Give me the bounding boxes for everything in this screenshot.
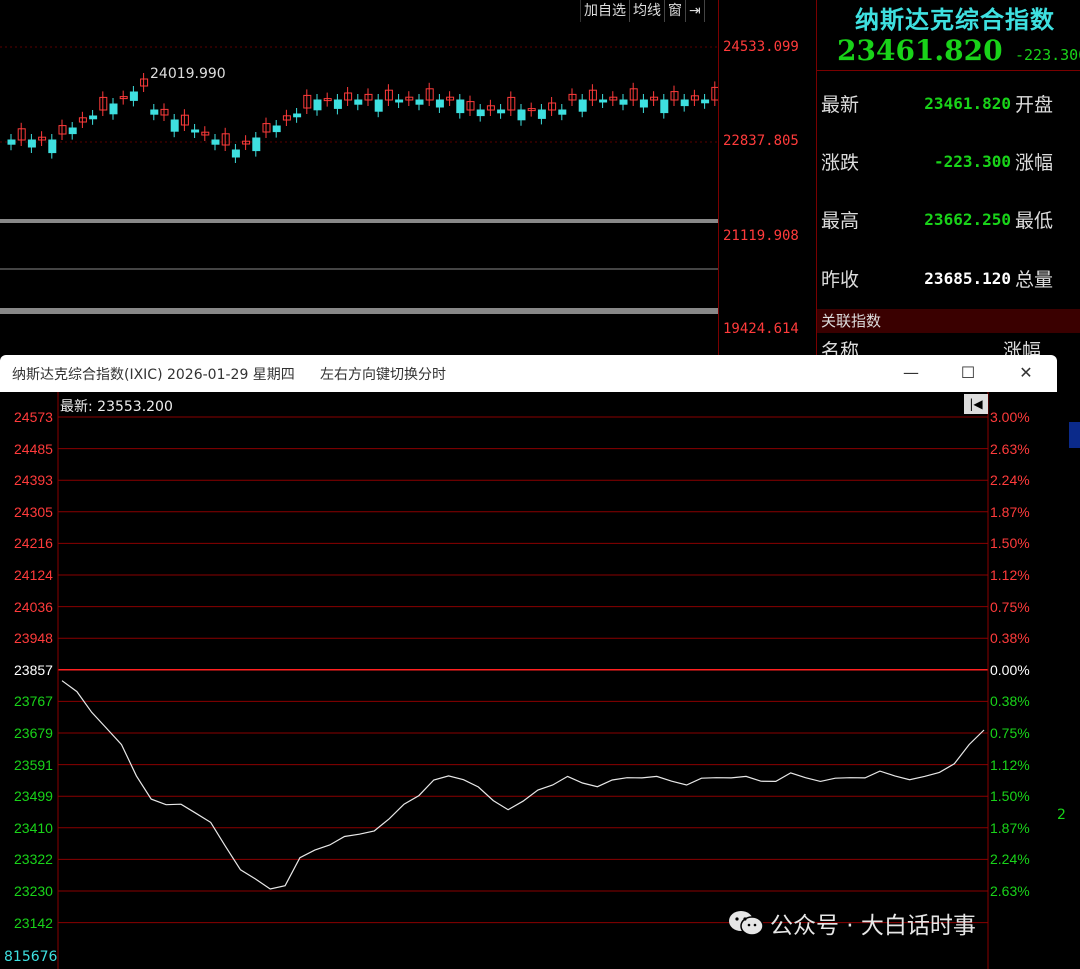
price-axis-label: 24305	[14, 503, 53, 520]
percent-axis-label: 2.63%	[990, 883, 1030, 899]
quote-label: 涨幅	[1015, 152, 1054, 174]
price-axis-label: 23410	[14, 819, 53, 836]
back-icon[interactable]: |◀	[964, 394, 988, 414]
percent-axis-label: 2.63%	[990, 440, 1030, 457]
related-columns: 名称 涨幅	[817, 336, 1080, 362]
peak-label: 24019.990	[150, 66, 226, 82]
wechat-icon	[729, 911, 764, 936]
add-watchlist-button[interactable]: 加自选	[581, 0, 630, 22]
percent-axis-label: 2.24%	[990, 851, 1030, 868]
percent-axis-label: 3.00%	[990, 409, 1030, 425]
quote-row-prevclose: 昨收 23685.120 总量	[817, 265, 1080, 293]
window-titlebar[interactable]: 纳斯达克综合指数(IXIC) 2026-01-29 星期四 左右方向键切换分时 …	[0, 355, 1057, 392]
price-axis-label: 23948	[14, 630, 53, 647]
latest-price-label: 最新: 23553.200	[60, 399, 173, 415]
percent-axis-label: 1.50%	[990, 535, 1030, 552]
price-axis-label: 23767	[14, 693, 53, 710]
window-button[interactable]: 窗	[665, 0, 686, 22]
quote-row-change: 涨跌 -223.300 涨幅	[817, 148, 1080, 176]
quote-row-latest: 最新 23461.820 开盘	[817, 90, 1080, 118]
percent-axis-label: 0.38%	[990, 693, 1030, 710]
axis-label: 22837.805	[723, 133, 799, 149]
quote-title: 纳斯达克综合指数	[855, 6, 1055, 34]
candlestick-chart	[0, 46, 720, 314]
price-axis-label: 24216	[14, 535, 53, 552]
quote-value: 23461.820	[924, 94, 1011, 113]
quote-label: 总量	[1015, 269, 1054, 291]
intraday-chart-area: 最新: 23553.200 |◀ 24573 24485 24393 24305 242…	[0, 392, 1057, 969]
percent-axis-label: 2.24%	[990, 472, 1030, 489]
percent-axis-label: 0.75%	[990, 725, 1030, 741]
price-axis-label: 23499	[14, 788, 53, 805]
intraday-price-line	[61, 680, 985, 890]
quote-label: 最低	[1015, 210, 1054, 232]
percent-axis-label: 0.38%	[990, 630, 1030, 647]
price-axis-label: 24124	[14, 567, 53, 583]
quote-label: 开盘	[1015, 94, 1054, 116]
price-axis-label: 23322	[14, 851, 53, 868]
window-hint: 左右方向键切换分时	[320, 367, 446, 383]
price-axis-label: 24485	[14, 440, 53, 457]
volume-label: 815676	[4, 949, 58, 965]
quote-panel: 纳斯达克综合指数 23461.820 -223.300 最新 23461.820…	[816, 0, 1080, 362]
kline-toolbar: 加自选 均线 窗 ⇥	[580, 0, 705, 22]
close-icon[interactable]: ✕	[1013, 361, 1039, 385]
quote-value: 23662.250	[924, 210, 1011, 229]
axis-label: 24533.099	[723, 39, 799, 55]
watermark: 公众号 · 大白话时事	[728, 906, 976, 940]
quote-row-high: 最高 23662.250 最低	[817, 206, 1080, 234]
maximize-icon[interactable]: ☐	[955, 361, 981, 385]
percent-axis-label: 0.00%	[990, 661, 1030, 678]
price-axis-label: 23591	[14, 756, 53, 773]
percent-axis-label: 1.87%	[990, 503, 1030, 520]
axis-label: 21119.908	[723, 228, 799, 244]
percent-axis-label: 1.12%	[990, 756, 1030, 773]
collapse-icon[interactable]: ⇥	[686, 0, 705, 22]
quote-value: -223.300	[933, 152, 1011, 171]
price-axis-label: 24036	[14, 598, 53, 615]
price-axis-label: 23679	[14, 725, 53, 741]
minimize-icon[interactable]: —	[898, 361, 924, 385]
percent-axis-label: 1.87%	[990, 819, 1030, 836]
intraday-window: 纳斯达克综合指数(IXIC) 2026-01-29 星期四 左右方向键切换分时 …	[0, 355, 1057, 969]
kline-price-axis: 24533.099 22837.805 21119.908 19424.614	[718, 0, 817, 355]
price-axis-label: 24573	[14, 409, 53, 425]
price-axis-label: 23857	[14, 661, 53, 678]
window-title: 纳斯达克综合指数(IXIC) 2026-01-29 星期四	[12, 367, 295, 383]
moving-average-button[interactable]: 均线	[630, 0, 665, 22]
quote-price: 23461.820	[837, 34, 1003, 67]
percent-axis-label: 1.50%	[990, 788, 1030, 805]
side-strip: 2	[1057, 355, 1080, 969]
price-axis-label: 24393	[14, 472, 53, 489]
kline-panel: 24019.990	[0, 0, 720, 355]
intraday-chart	[57, 392, 989, 969]
quote-label: 涨跌	[821, 152, 860, 174]
quote-label: 最新	[821, 94, 860, 116]
axis-label: 19424.614	[723, 321, 799, 337]
watermark-text: 公众号 · 大白话时事	[770, 913, 976, 939]
related-index-header[interactable]: 关联指数	[817, 309, 1080, 333]
quote-value: 23685.120	[924, 269, 1011, 288]
quote-change: -223.300	[1015, 46, 1080, 64]
percent-axis-label: 1.12%	[990, 567, 1030, 583]
percent-axis-label: 0.75%	[990, 598, 1030, 615]
quote-label: 昨收	[821, 269, 860, 291]
price-axis-label: 23142	[14, 914, 53, 931]
quote-label: 最高	[821, 210, 860, 232]
price-axis-label: 23230	[14, 883, 53, 899]
